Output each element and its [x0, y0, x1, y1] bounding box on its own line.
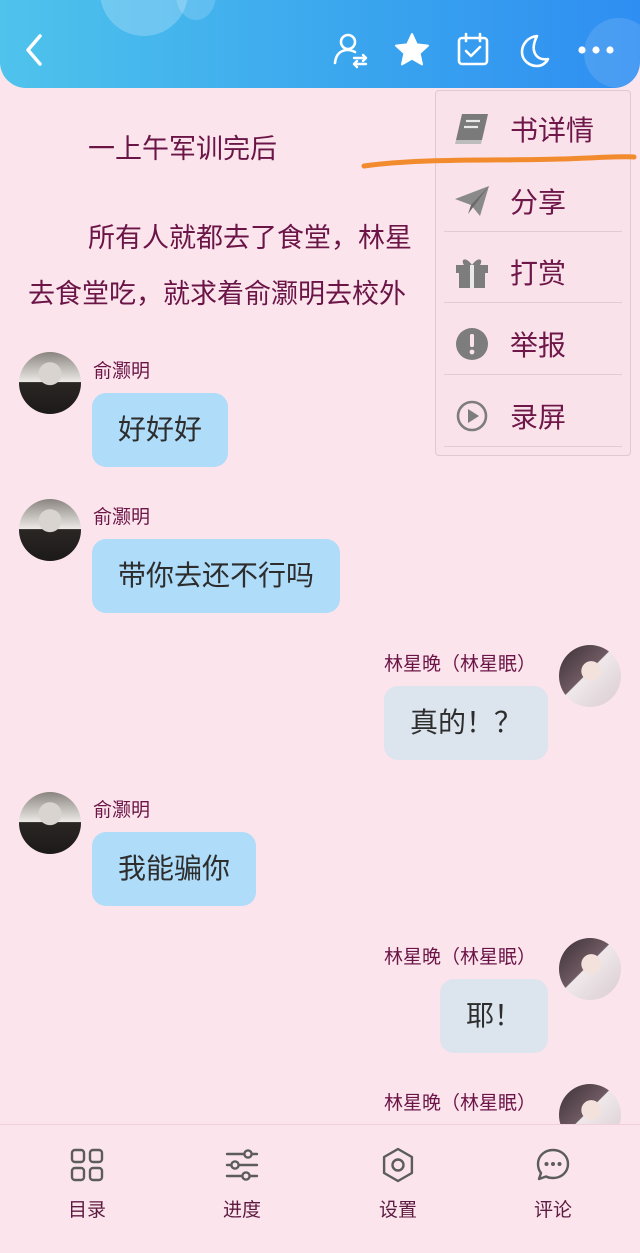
exclamation-circle-icon — [456, 328, 488, 360]
chat-bubble: 带你去还不行吗 — [92, 539, 341, 613]
user-switch-icon — [333, 33, 368, 69]
grid-icon — [70, 1148, 104, 1182]
night-mode-button[interactable] — [512, 28, 556, 72]
avatar[interactable] — [19, 792, 81, 854]
menu-item-label: 录屏 — [510, 401, 567, 434]
nav-label: 目录 — [67, 1199, 106, 1221]
nav-label: 评论 — [533, 1199, 572, 1221]
avatar[interactable] — [559, 938, 621, 1000]
menu-item-book-details[interactable]: 书详情 — [444, 93, 624, 165]
chevron-left-icon — [26, 34, 42, 66]
nav-label: 进度 — [222, 1199, 261, 1221]
more-options-menu: 书详情 分享 打赏 举报 录屏 — [435, 90, 631, 456]
nav-comments[interactable]: 评论 — [503, 1147, 603, 1222]
play-circle-icon — [456, 400, 488, 432]
top-app-bar — [0, 0, 640, 88]
avatar[interactable] — [559, 645, 621, 707]
avatar[interactable] — [19, 352, 81, 414]
more-button[interactable] — [574, 28, 618, 72]
divider — [444, 231, 622, 232]
chat-bubble: 我能骗你 — [92, 832, 257, 906]
sender-name: 林星晚（林星眠） — [383, 946, 536, 968]
divider — [444, 374, 622, 375]
menu-item-label: 书详情 — [510, 114, 595, 147]
decor-bubble — [176, 0, 216, 20]
story-text: 所有人就都去了食堂，林星 — [88, 223, 412, 254]
check-in-button[interactable] — [451, 28, 495, 72]
divider — [444, 446, 622, 447]
chat-bubble: 好好好 — [92, 393, 229, 467]
sender-name: 俞灏明 — [93, 799, 151, 821]
sender-name: 林星晚（林星眠） — [383, 653, 536, 675]
menu-item-label: 举报 — [510, 329, 567, 362]
menu-item-report[interactable]: 举报 — [444, 308, 624, 380]
paper-plane-icon — [455, 186, 489, 216]
calendar-check-icon — [457, 32, 489, 66]
moon-icon — [520, 34, 550, 68]
menu-item-reward[interactable]: 打赏 — [444, 236, 624, 308]
star-icon — [395, 33, 429, 66]
nav-settings[interactable]: 设置 — [348, 1147, 448, 1222]
decor-bubble — [100, 0, 188, 36]
menu-item-label: 分享 — [510, 186, 567, 219]
user-switch-button[interactable] — [328, 28, 372, 72]
sender-name: 俞灏明 — [93, 360, 151, 382]
book-icon — [455, 114, 488, 144]
nav-table-of-contents[interactable]: 目录 — [37, 1147, 137, 1222]
bottom-nav-bar: 目录 进度 设置 评论 — [0, 1124, 640, 1253]
gift-icon — [456, 259, 488, 288]
back-button[interactable] — [12, 28, 56, 72]
story-text: 去食堂吃，就求着俞灏明去校外 — [28, 279, 406, 310]
more-icon — [578, 46, 614, 54]
sender-name: 林星晚（林星眠） — [383, 1092, 536, 1114]
nav-label: 设置 — [378, 1199, 417, 1221]
menu-item-label: 打赏 — [510, 257, 567, 290]
chat-bubble: 真的！？ — [383, 686, 548, 760]
chat-bubble: 耶！ — [439, 979, 548, 1053]
bookmark-star-button[interactable] — [390, 28, 434, 72]
avatar[interactable] — [19, 499, 81, 561]
divider — [444, 302, 622, 303]
gear-icon — [382, 1147, 414, 1183]
sender-name: 俞灏明 — [93, 506, 151, 528]
nav-progress[interactable]: 进度 — [192, 1147, 292, 1222]
menu-item-screen-record[interactable]: 录屏 — [444, 380, 624, 452]
story-text: 一上午军训完后 — [88, 134, 277, 165]
menu-item-share[interactable]: 分享 — [444, 165, 624, 237]
sliders-icon — [225, 1149, 259, 1181]
chat-bubble-icon — [536, 1148, 570, 1181]
